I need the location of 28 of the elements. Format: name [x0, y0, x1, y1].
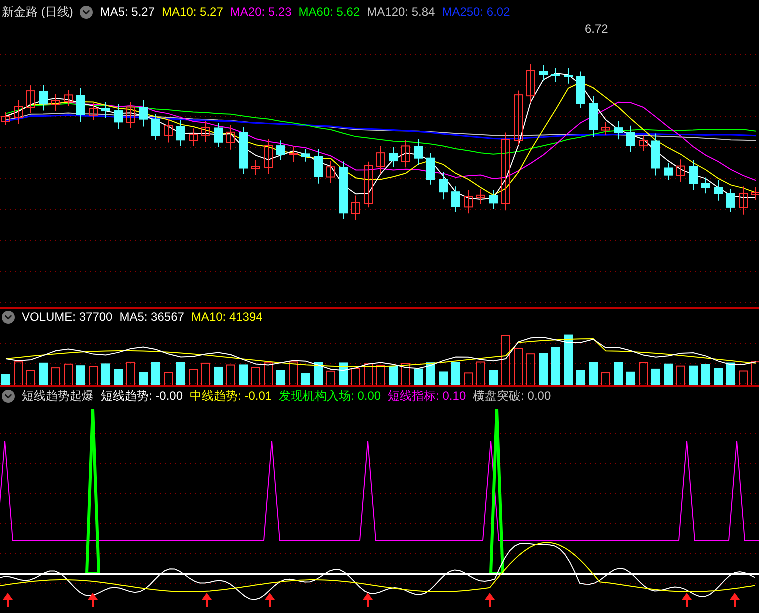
- up-arrow-icon: [3, 593, 13, 607]
- legend-value: MA120: 5.84: [367, 4, 436, 21]
- up-arrow-icon: [682, 593, 692, 607]
- legend-value: MA20: 5.23: [230, 4, 292, 21]
- legend-value: 发现机构入场: 0.00: [279, 388, 382, 405]
- up-arrow-icon: [485, 593, 495, 607]
- legend-value: 短线趋势: -0.00: [101, 388, 184, 405]
- legend-value: 横盘突破: 0.00: [473, 388, 552, 405]
- stock-title: 新金路 (日线): [2, 4, 74, 21]
- legend-value: MA5: 36567: [120, 309, 184, 326]
- legend-value: VOLUME: 37700: [22, 309, 113, 326]
- legend-value: 短线指标: 0.10: [388, 388, 466, 405]
- legend-value: MA5: 5.27: [100, 4, 156, 21]
- collapse-icon[interactable]: [2, 390, 15, 402]
- legend-value: MA60: 5.62: [298, 4, 360, 21]
- legend-value: MA10: 41394: [191, 309, 263, 326]
- up-arrow-icon: [265, 593, 275, 607]
- up-arrow-icon: [730, 593, 740, 607]
- up-arrow-icon: [363, 593, 373, 607]
- up-arrow-icon: [202, 593, 212, 607]
- high-price-label: 6.72: [585, 21, 608, 38]
- legend-value: 中线趋势: -0.01: [190, 388, 272, 405]
- legend-value: MA10: 5.27: [162, 4, 224, 21]
- indicator-title: 短线趋势起爆: [22, 388, 94, 405]
- collapse-icon[interactable]: [80, 6, 94, 18]
- collapse-icon[interactable]: [2, 310, 15, 324]
- up-arrow-icon: [88, 593, 98, 607]
- legend-value: MA250: 6.02: [442, 4, 510, 21]
